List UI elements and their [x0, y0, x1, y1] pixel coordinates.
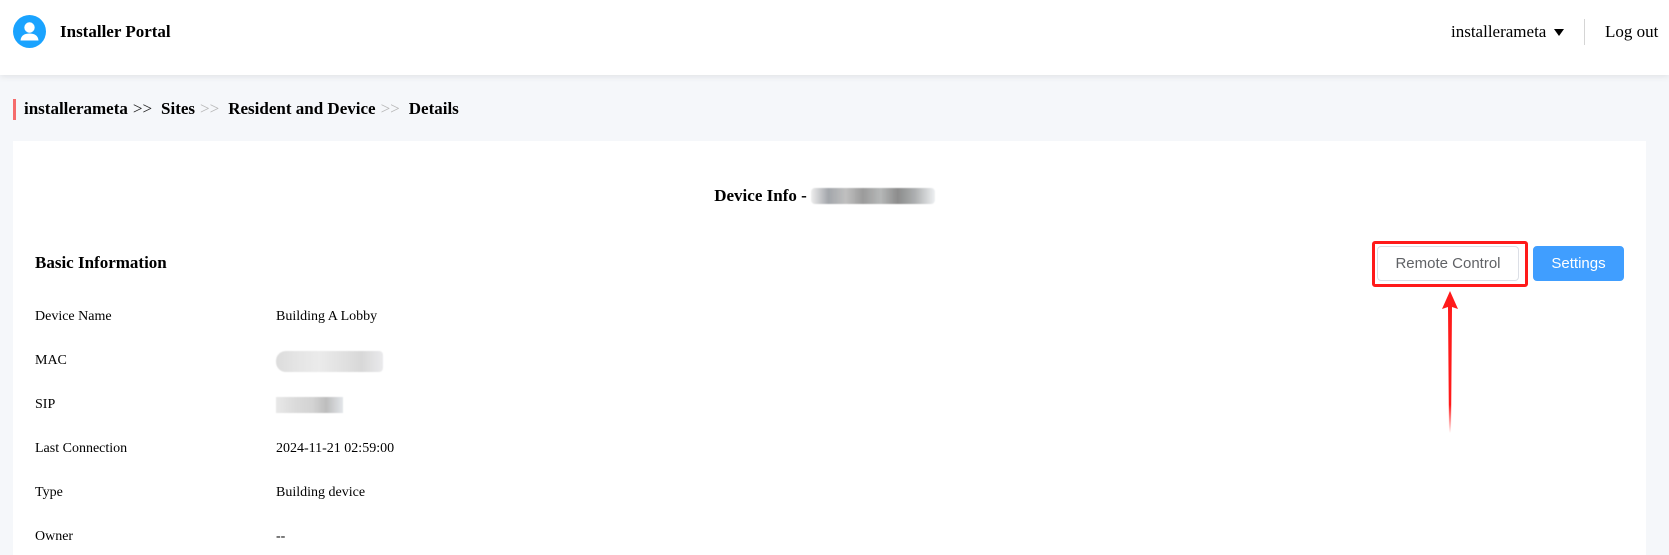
caret-down-icon [1554, 28, 1565, 36]
settings-button[interactable]: Settings [1533, 246, 1624, 281]
device-info-title: Device Info - [13, 186, 1646, 208]
info-label: Owner [35, 529, 74, 544]
info-row-sip: SIP [35, 395, 343, 415]
breadcrumb: installerameta >> Sites >> Resident and … [13, 98, 459, 120]
info-value: Building A Lobby [276, 309, 378, 324]
app-title: Installer Portal [60, 21, 171, 41]
info-row-device-name: Device Name Building A Lobby [35, 307, 377, 327]
header-divider [1584, 19, 1585, 45]
info-row-owner: Owner -- [35, 527, 285, 547]
breadcrumb-item-sites[interactable]: Sites [161, 99, 195, 119]
info-label: SIP [35, 397, 56, 412]
info-value: 2024-11-21 02:59:00 [276, 441, 395, 456]
info-label: MAC [35, 353, 67, 368]
device-info-title-text: Device Info - [714, 186, 807, 205]
breadcrumb-item-details: Details [408, 99, 459, 118]
breadcrumb-separator: >> [380, 99, 400, 118]
info-row-last-connection: Last Connection 2024-11-21 02:59:00 [35, 439, 394, 459]
info-label: Device Name [35, 309, 112, 324]
top-header: Installer Portal installerameta Log out [0, 0, 1669, 75]
user-menu-label: installerameta [1451, 22, 1547, 41]
breadcrumb-separator: >> [200, 99, 220, 118]
info-row-type: Type Building device [35, 483, 365, 503]
brand: Installer Portal [13, 15, 171, 48]
breadcrumb-item-installer[interactable]: installerameta [24, 99, 128, 119]
breadcrumb-separator: >> [132, 99, 153, 118]
annotation-arrow-icon [1442, 291, 1458, 433]
page-scrollbar[interactable] [1664, 75, 1669, 555]
logout-link[interactable]: Log out [1605, 20, 1658, 44]
info-value: -- [276, 529, 286, 544]
remote-control-button[interactable]: Remote Control [1377, 246, 1519, 281]
redacted-sip-value [276, 397, 343, 413]
redacted-device-id [810, 188, 935, 204]
user-menu-dropdown[interactable]: installerameta [1451, 20, 1565, 44]
device-details-card: Device Info - Basic Information Remote C… [13, 141, 1646, 555]
info-value: Building device [276, 485, 366, 500]
info-row-mac: MAC [35, 350, 383, 372]
user-avatar-icon [13, 15, 46, 48]
info-label: Type [35, 485, 63, 500]
breadcrumb-item-resident-and-device[interactable]: Resident and Device [228, 99, 375, 119]
basic-information-heading: Basic Information [35, 253, 167, 272]
redacted-mac-value [276, 350, 383, 372]
breadcrumb-accent-bar [13, 98, 16, 120]
info-label: Last Connection [35, 441, 128, 456]
